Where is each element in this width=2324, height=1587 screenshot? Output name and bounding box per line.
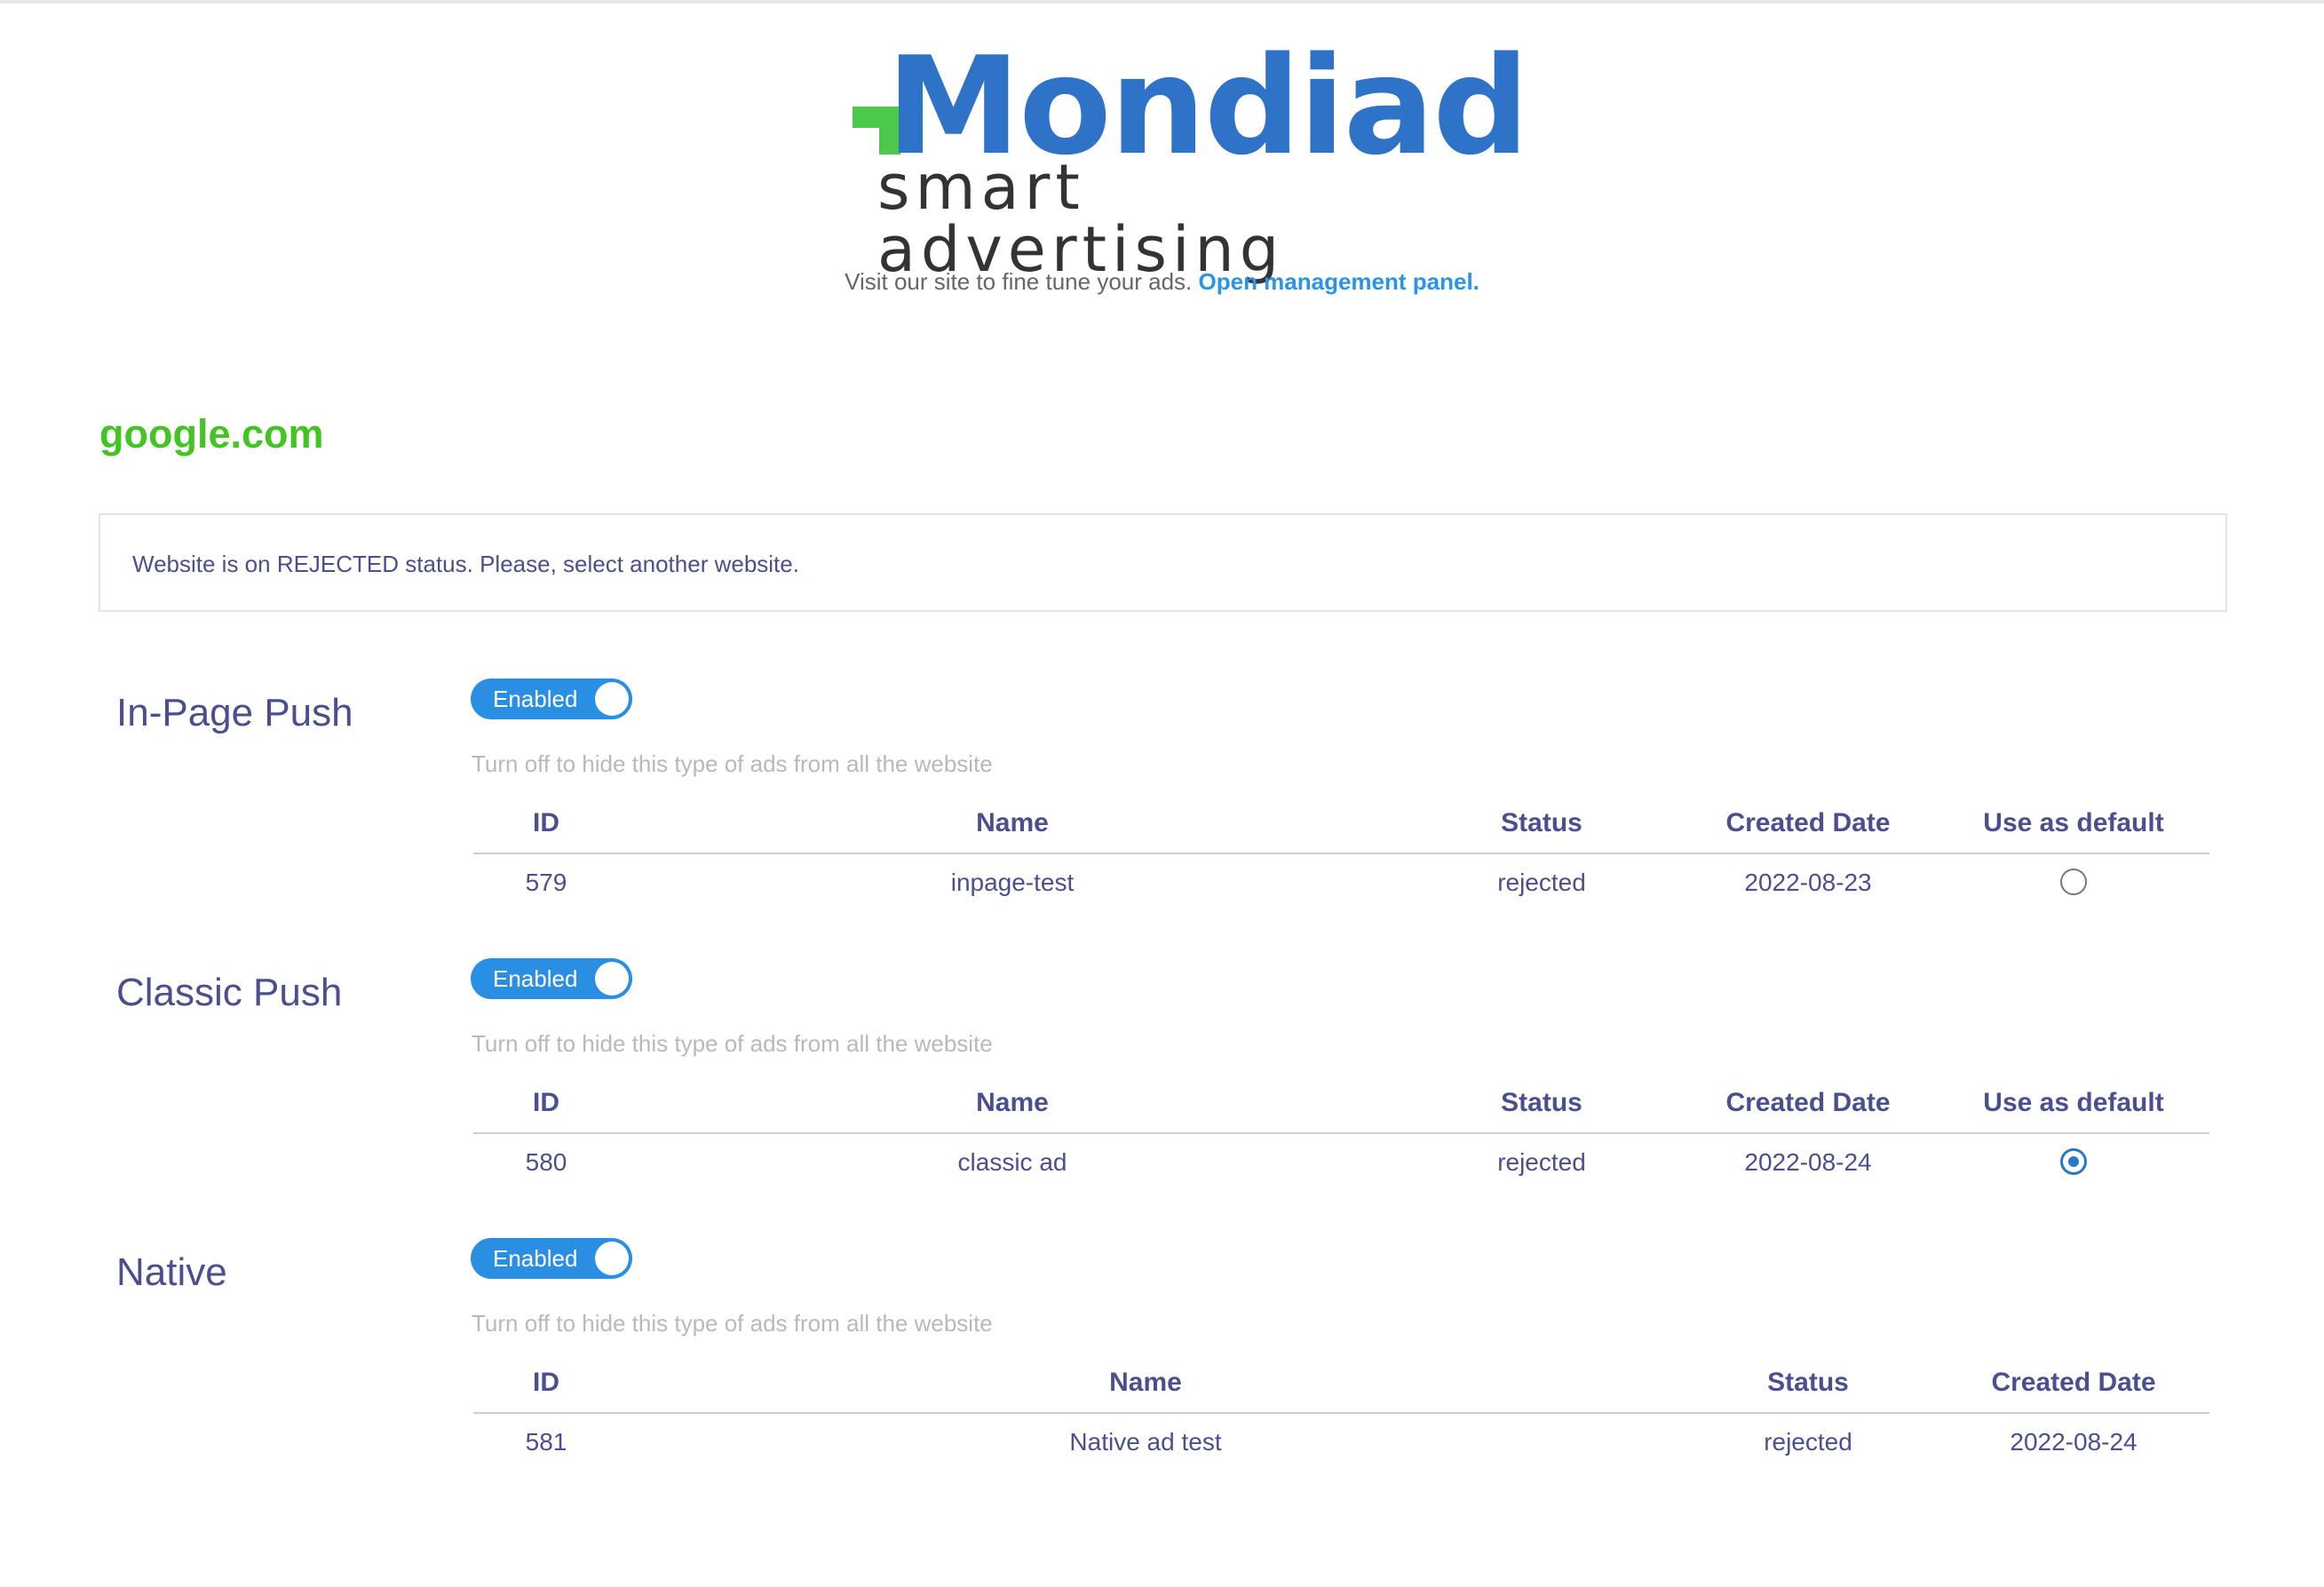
column-header[interactable]: ID: [533, 1368, 559, 1398]
status-notice: Website is on REJECTED status. Please, s…: [99, 513, 2227, 612]
mondiad-logo: Mondiad smart advertising: [853, 39, 1529, 281]
ad-type-section: Classic Push Enabled Turn off to hide this…: [0, 958, 2324, 1255]
column-header[interactable]: Name: [1109, 1368, 1182, 1398]
header-tagline: Visit our site to fine tune your ads. Op…: [0, 268, 2324, 296]
cell-created: 2022-08-24: [2010, 1428, 2138, 1456]
column-header[interactable]: Status: [1767, 1368, 1849, 1398]
column-header[interactable]: Name: [976, 808, 1049, 838]
table-header: ID Name Status Created Date Use as default: [473, 808, 2209, 854]
column-header[interactable]: Created Date: [1725, 808, 1890, 838]
status-notice-text: Website is on REJECTED status. Please, s…: [132, 551, 799, 577]
open-management-panel-link[interactable]: Open management panel.: [1199, 268, 1479, 295]
enabled-toggle[interactable]: Enabled: [471, 958, 632, 999]
section-title: In-Page Push: [116, 691, 353, 734]
column-header[interactable]: ID: [533, 808, 559, 838]
table-header: ID Name Status Created Date: [473, 1368, 2209, 1414]
logo-tagline: smart advertising: [877, 151, 1285, 286]
column-header[interactable]: Created Date: [1725, 1088, 1890, 1118]
toggle-knob: [595, 962, 629, 996]
column-header[interactable]: Created Date: [1991, 1368, 2155, 1398]
cell-name: classic ad: [957, 1148, 1067, 1176]
ad-type-section: In-Page Push Enabled Turn off to hide this…: [0, 678, 2324, 975]
use-as-default-radio[interactable]: [2060, 869, 2087, 895]
toggle-label: Enabled: [493, 686, 578, 712]
use-as-default-radio[interactable]: [2060, 1148, 2087, 1175]
cell-name: inpage-test: [950, 869, 1075, 896]
cell-created: 2022-08-23: [1744, 869, 1872, 896]
toggle-label: Enabled: [493, 965, 578, 992]
column-header[interactable]: Name: [976, 1088, 1049, 1118]
column-header[interactable]: ID: [533, 1088, 559, 1118]
enabled-toggle[interactable]: Enabled: [471, 678, 632, 719]
cell-status: rejected: [1497, 1148, 1586, 1176]
site-domain-title: google.com: [99, 411, 324, 456]
table-header: ID Name Status Created Date Use as default: [473, 1088, 2209, 1134]
section-title: Classic Push: [116, 971, 343, 1014]
toggle-label: Enabled: [493, 1245, 578, 1272]
ad-type-section: Native Enabled Turn off to hide this type …: [0, 1238, 2324, 1535]
section-title: Native: [116, 1250, 227, 1294]
cell-id: 579: [525, 869, 567, 896]
cell-status: rejected: [1497, 869, 1586, 896]
toggle-knob: [595, 682, 629, 716]
toggle-knob: [595, 1242, 629, 1275]
top-border: [0, 0, 2324, 4]
column-header[interactable]: Status: [1501, 808, 1582, 838]
toggle-hint: Turn off to hide this type of ads from a…: [472, 1030, 993, 1057]
column-header[interactable]: Use as default: [1983, 1088, 2163, 1118]
column-header[interactable]: Use as default: [1983, 808, 2163, 838]
table-row: 581 Native ad test rejected 2022-08-24: [473, 1428, 2209, 1472]
toggle-hint: Turn off to hide this type of ads from a…: [472, 1310, 993, 1337]
cell-status: rejected: [1764, 1428, 1852, 1456]
toggle-hint: Turn off to hide this type of ads from a…: [472, 750, 993, 777]
table-row: 580 classic ad rejected 2022-08-24: [473, 1148, 2209, 1193]
tagline-text: Visit our site to fine tune your ads.: [845, 268, 1193, 295]
enabled-toggle[interactable]: Enabled: [471, 1238, 632, 1279]
cell-created: 2022-08-24: [1744, 1148, 1872, 1176]
cell-name: Native ad test: [1069, 1428, 1222, 1456]
column-header[interactable]: Status: [1501, 1088, 1582, 1118]
cell-id: 581: [525, 1428, 567, 1456]
table-row: 579 inpage-test rejected 2022-08-23: [473, 869, 2209, 913]
cell-id: 580: [525, 1148, 567, 1176]
